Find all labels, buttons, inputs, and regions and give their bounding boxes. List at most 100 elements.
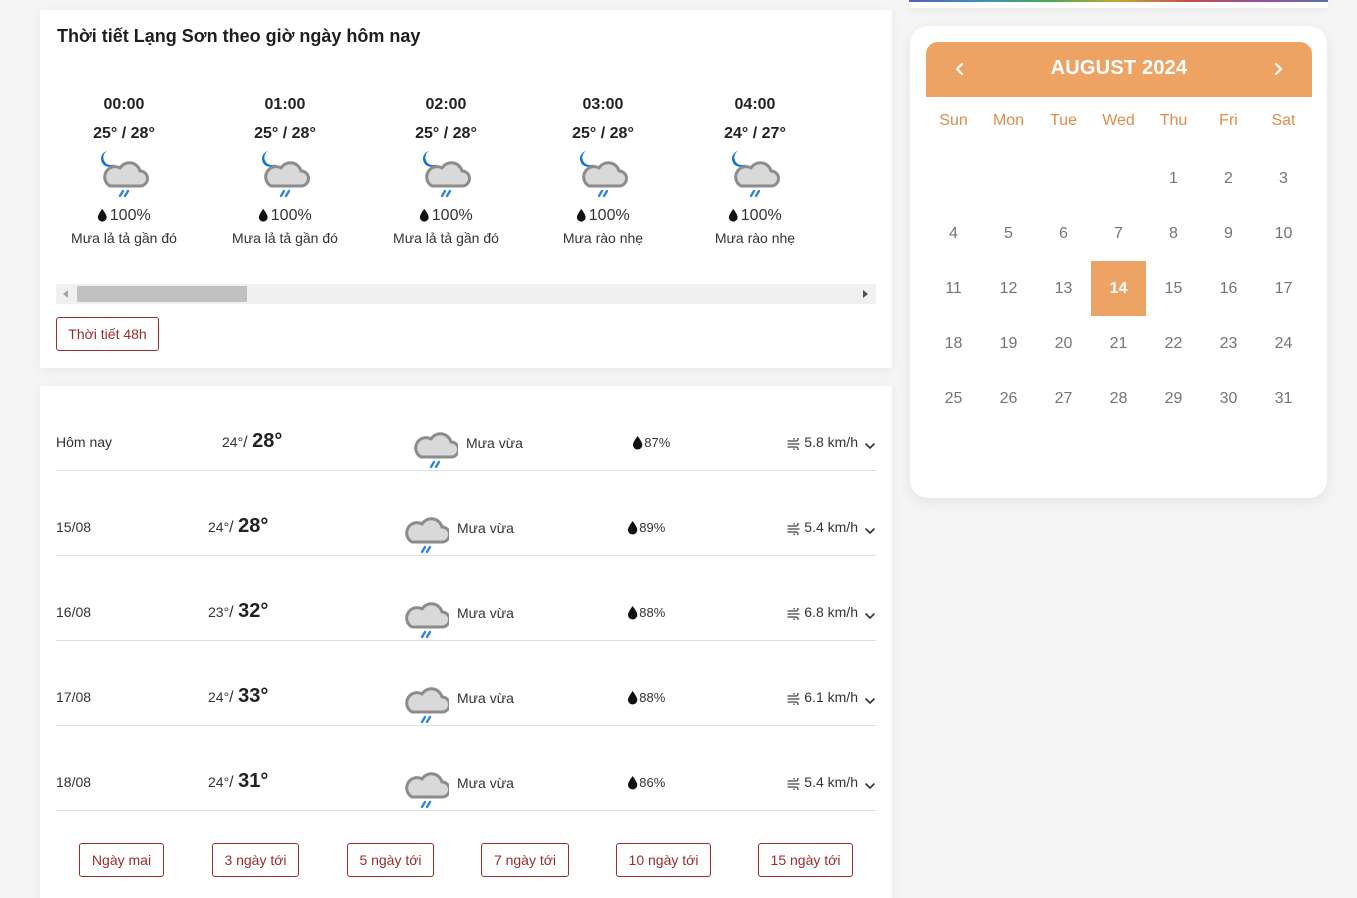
forecast-range-button[interactable]: 10 ngày tới bbox=[616, 843, 711, 877]
forecast-range-button[interactable]: 15 ngày tới bbox=[758, 843, 853, 877]
weekday-label: Thu bbox=[1159, 112, 1188, 129]
day-wind: 5.4 km/h bbox=[787, 519, 858, 537]
calendar-day[interactable]: 7 bbox=[1091, 206, 1146, 261]
hour-time: 00:00 bbox=[103, 96, 145, 113]
calendar-header: AUGUST 2024 bbox=[926, 42, 1312, 97]
wind-icon bbox=[787, 776, 800, 792]
chevron-right-icon[interactable] bbox=[1266, 56, 1290, 82]
hour-rain-value: 100% bbox=[588, 207, 630, 224]
hour-time: 02:00 bbox=[425, 96, 467, 113]
daily-row[interactable]: 18/08 24°/ 31° Mưa vừa 86% 5.4 km/h bbox=[56, 726, 876, 811]
hour-temp: 25° / 28° bbox=[415, 125, 477, 142]
calendar-day[interactable]: 19 bbox=[981, 316, 1036, 371]
chevron-down-icon[interactable] bbox=[864, 438, 876, 449]
calendar-day[interactable]: 22 bbox=[1146, 316, 1201, 371]
calendar-day-selected[interactable]: 14 bbox=[1091, 261, 1146, 316]
daily-row[interactable]: 17/08 24°/ 33° Mưa vừa 88% 6.1 km/h bbox=[56, 641, 876, 726]
moon-icon bbox=[422, 151, 437, 167]
calendar-day[interactable]: 15 bbox=[1146, 261, 1201, 316]
horizontal-scrollbar[interactable] bbox=[56, 284, 876, 304]
calendar-day[interactable]: 6 bbox=[1036, 206, 1091, 261]
calendar-day[interactable]: 3 bbox=[1256, 151, 1311, 206]
rain-streaks bbox=[429, 460, 441, 469]
calendar-day[interactable]: 20 bbox=[1036, 316, 1091, 371]
daily-row[interactable]: Hôm nay 24°/ 28° Mưa vừa 87% 5.8 km/h bbox=[56, 386, 876, 471]
chevron-down-icon[interactable] bbox=[864, 693, 876, 704]
hourly-scroll-area[interactable]: 00:00 25° / 28° 100% Mưa lả tả gần đó 01… bbox=[56, 94, 876, 274]
rain-cloud-icon bbox=[401, 766, 451, 812]
calendar-day[interactable]: 31 bbox=[1256, 371, 1311, 426]
calendar-weekday-row: Sun Mon Tue Wed Thu Fri Sat bbox=[926, 112, 1312, 136]
forecast-range-button[interactable]: Ngày mai bbox=[79, 843, 164, 877]
calendar-day[interactable]: 5 bbox=[981, 206, 1036, 261]
night-rain-icon bbox=[724, 147, 786, 207]
calendar-day[interactable]: 30 bbox=[1201, 371, 1256, 426]
calendar-day[interactable]: 24 bbox=[1256, 316, 1311, 371]
forecast-range-button[interactable]: 5 ngày tới bbox=[347, 843, 434, 877]
day-rain-chance: 87% bbox=[632, 435, 670, 450]
day-high-temp: 28° bbox=[252, 430, 283, 452]
scrollbar-thumb[interactable] bbox=[77, 286, 247, 302]
calendar-day[interactable]: 1 bbox=[1146, 151, 1201, 206]
hour-description: Mưa rào nhẹ bbox=[714, 230, 796, 246]
calendar-day[interactable]: 8 bbox=[1146, 206, 1201, 261]
raindrop-icon bbox=[420, 208, 429, 222]
calendar-day[interactable]: 21 bbox=[1091, 316, 1146, 371]
calendar-day[interactable]: 29 bbox=[1146, 371, 1201, 426]
calendar-day[interactable]: 9 bbox=[1201, 206, 1256, 261]
hour-temp: 25° / 28° bbox=[93, 125, 155, 142]
calendar-day[interactable]: 28 bbox=[1091, 371, 1146, 426]
hour-rain-chance: 100% bbox=[215, 205, 355, 227]
day-rain-chance: 86% bbox=[627, 775, 665, 790]
calendar-day[interactable]: 11 bbox=[926, 261, 981, 316]
day-rain-chance: 88% bbox=[627, 690, 665, 705]
day-low-temp: 24° bbox=[208, 689, 230, 705]
moon-icon bbox=[261, 151, 276, 167]
cloud-shape bbox=[405, 687, 451, 714]
raindrop-icon bbox=[627, 775, 638, 790]
night-rain-icon bbox=[572, 147, 634, 207]
daily-row[interactable]: 15/08 24°/ 28° Mưa vừa 89% 5.4 km/h bbox=[56, 471, 876, 556]
calendar-day[interactable]: 17 bbox=[1256, 261, 1311, 316]
calendar-day[interactable]: 27 bbox=[1036, 371, 1091, 426]
day-low-temp: 24° bbox=[222, 434, 244, 450]
day-wind: 6.1 km/h bbox=[787, 689, 858, 707]
calendar-day[interactable]: 10 bbox=[1256, 206, 1311, 261]
calendar-day[interactable]: 18 bbox=[926, 316, 981, 371]
scroll-right-arrow-icon[interactable] bbox=[863, 290, 868, 298]
hour-item: 00:00 25° / 28° 100% Mưa lả tả gần đó bbox=[56, 94, 194, 249]
hour-item: 03:00 25° / 28° 100% Mưa rào nhẹ bbox=[533, 94, 673, 249]
calendar-day[interactable]: 12 bbox=[981, 261, 1036, 316]
day-rain-value: 87% bbox=[644, 435, 671, 450]
rain-cloud-icon bbox=[401, 511, 451, 557]
rain-cloud-icon bbox=[401, 596, 451, 642]
raindrop-icon bbox=[577, 208, 586, 222]
night-rain-icon bbox=[415, 147, 477, 207]
hour-description: Mưa lả tả gần đó bbox=[232, 230, 338, 246]
calendar-day[interactable]: 25 bbox=[926, 371, 981, 426]
chevron-down-icon[interactable] bbox=[864, 608, 876, 619]
scroll-left-arrow-icon[interactable] bbox=[63, 290, 68, 298]
day-rain-value: 89% bbox=[639, 520, 666, 535]
hour-rain-value: 100% bbox=[740, 207, 782, 224]
forecast-range-button[interactable]: 7 ngày tới bbox=[481, 843, 569, 877]
raindrop-icon bbox=[627, 520, 638, 535]
calendar-day[interactable]: 23 bbox=[1201, 316, 1256, 371]
wind-icon bbox=[787, 436, 800, 452]
day-temperature: 24°/ 28° bbox=[208, 515, 268, 538]
cloud-shape bbox=[264, 161, 310, 188]
wind-icon bbox=[787, 691, 800, 707]
calendar-day[interactable]: 26 bbox=[981, 371, 1036, 426]
day-rain-value: 86% bbox=[639, 775, 666, 790]
raindrop-icon bbox=[259, 208, 268, 222]
daily-row[interactable]: 16/08 23°/ 32° Mưa vừa 88% 6.8 km/h bbox=[56, 556, 876, 641]
hour-temp bbox=[837, 123, 876, 145]
forecast-range-button[interactable]: 3 ngày tới bbox=[212, 843, 299, 877]
chevron-down-icon[interactable] bbox=[864, 778, 876, 789]
calendar-day[interactable]: 4 bbox=[926, 206, 981, 261]
chevron-down-icon[interactable] bbox=[864, 523, 876, 534]
calendar-day[interactable]: 2 bbox=[1201, 151, 1256, 206]
calendar-day[interactable]: 13 bbox=[1036, 261, 1091, 316]
weather-48h-button[interactable]: Thời tiết 48h bbox=[56, 317, 159, 351]
calendar-day[interactable]: 16 bbox=[1201, 261, 1256, 316]
